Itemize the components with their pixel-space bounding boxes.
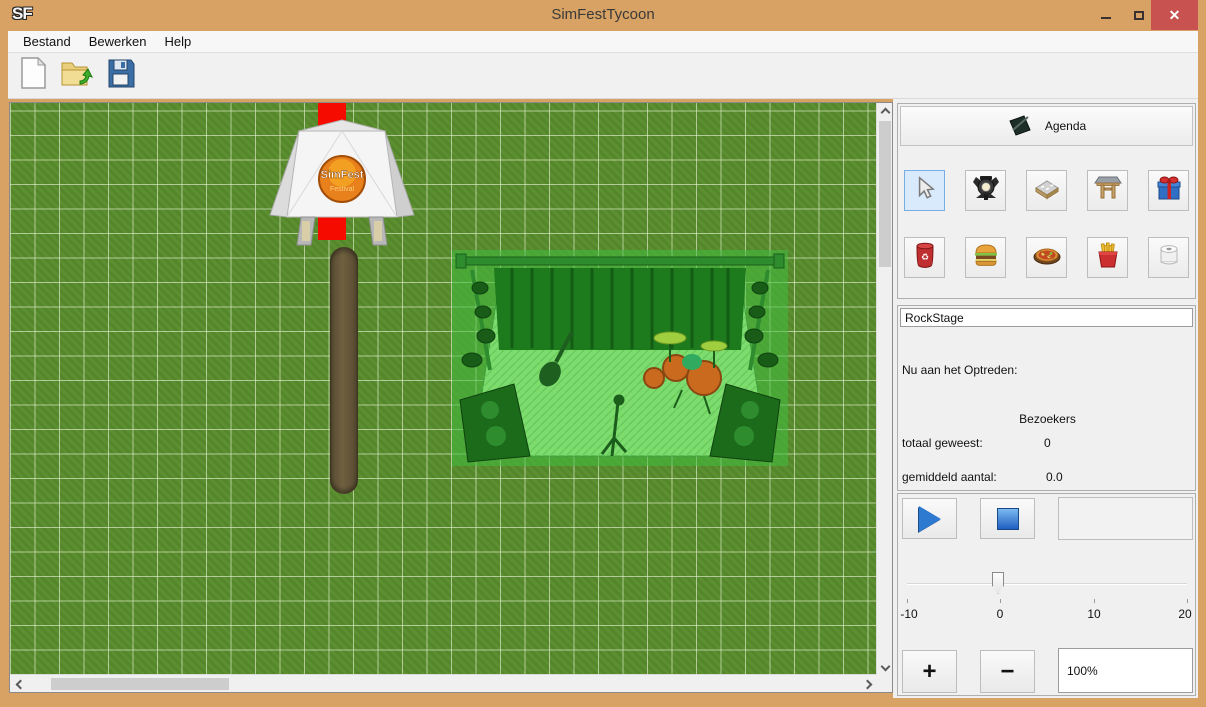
hamburger-icon — [972, 242, 1000, 273]
french-fries-icon — [1095, 241, 1121, 274]
total-visitors-label: totaal geweest: — [902, 436, 983, 450]
title-bar: SF SimFestTycoon ✕ — [0, 0, 1206, 30]
stop-icon — [997, 508, 1019, 530]
trash-can-icon: ♻ — [912, 241, 938, 274]
gift-icon — [1155, 174, 1183, 207]
new-file-button[interactable] — [15, 58, 51, 94]
status-button[interactable] — [1058, 497, 1193, 540]
road-tool[interactable] — [1026, 170, 1067, 211]
horizontal-scroll-thumb[interactable] — [51, 678, 229, 690]
app-window: SF SimFestTycoon ✕ Bestand Bewerken Help — [0, 0, 1206, 707]
menu-bar: Bestand Bewerken Help — [8, 31, 1198, 53]
slider-label-zero: 0 — [997, 607, 1004, 621]
stop-button[interactable] — [980, 498, 1035, 539]
toolbar — [8, 53, 1198, 99]
entrance-tent[interactable]: SimFest Festival — [267, 115, 417, 247]
play-icon — [919, 506, 941, 532]
burger-tool[interactable] — [965, 237, 1006, 278]
slider-label-max: 20 — [1178, 607, 1191, 621]
open-folder-icon — [60, 57, 94, 94]
svg-text:♻: ♻ — [920, 252, 928, 262]
map-canvas-frame: SimFest Festival — [9, 102, 893, 693]
pizza-tool[interactable] — [1026, 237, 1067, 278]
menu-bestand[interactable]: Bestand — [14, 32, 80, 51]
average-visitors-label: gemiddeld aantal: — [902, 470, 997, 484]
side-panel: Agenda — [893, 99, 1198, 698]
road-tile-icon — [1033, 174, 1061, 207]
vertical-scrollbar[interactable] — [876, 103, 892, 675]
minimize-icon — [1101, 17, 1111, 19]
toilet-tool[interactable] — [1148, 237, 1189, 278]
new-document-icon — [18, 57, 48, 94]
svg-text:Festival: Festival — [330, 186, 355, 193]
slider-tick — [1187, 599, 1188, 603]
average-visitors-value: 0.0 — [1046, 470, 1063, 484]
cursor-arrow-icon — [912, 175, 938, 206]
minimize-button[interactable] — [1091, 0, 1121, 30]
stage-light-icon — [972, 174, 1000, 207]
horizontal-scrollbar[interactable] — [10, 674, 877, 692]
maximize-button[interactable] — [1124, 0, 1154, 30]
save-floppy-icon — [106, 57, 136, 94]
stage-rockstage[interactable] — [452, 250, 788, 466]
gate-icon — [1094, 174, 1122, 207]
visitors-header: Bezoekers — [898, 412, 1197, 426]
gift-tool[interactable] — [1148, 170, 1189, 211]
agenda-book-icon — [1007, 114, 1033, 139]
festival-map-canvas[interactable]: SimFest Festival — [10, 103, 877, 675]
toilet-paper-icon — [1156, 241, 1182, 274]
zoom-in-button[interactable]: + — [902, 650, 957, 693]
simulation-controls-group: -10 0 10 20 + − — [897, 493, 1196, 696]
tools-group: Agenda — [897, 103, 1196, 299]
spotlight-tool[interactable] — [965, 170, 1006, 211]
scroll-left-icon[interactable] — [16, 680, 24, 688]
dirt-path[interactable] — [330, 247, 358, 494]
trash-tool[interactable]: ♻ — [904, 237, 945, 278]
stage-name-input[interactable] — [900, 308, 1193, 327]
agenda-button[interactable]: Agenda — [900, 106, 1193, 146]
now-performing-label: Nu aan het Optreden: — [902, 363, 1017, 377]
slider-label-ten: 10 — [1087, 607, 1100, 621]
slider-track[interactable] — [907, 583, 1187, 585]
save-file-button[interactable] — [103, 58, 139, 94]
maximize-icon — [1134, 11, 1144, 20]
pizza-icon — [1032, 242, 1062, 273]
select-tool[interactable] — [904, 170, 945, 211]
menu-help[interactable]: Help — [156, 32, 201, 51]
menu-bewerken[interactable]: Bewerken — [80, 32, 156, 51]
open-file-button[interactable] — [59, 58, 95, 94]
vertical-scroll-thumb[interactable] — [879, 121, 891, 267]
zoom-out-button[interactable]: − — [980, 650, 1035, 693]
scroll-down-icon[interactable] — [881, 662, 889, 670]
tent-logo-text: SimFest — [321, 169, 364, 181]
entrance-tool[interactable] — [1087, 170, 1128, 211]
stage-info-group: Nu aan het Optreden: Bezoekers totaal ge… — [897, 305, 1196, 491]
fries-tool[interactable] — [1087, 237, 1128, 278]
close-button[interactable]: ✕ — [1151, 0, 1198, 30]
zoom-level-field[interactable] — [1058, 648, 1193, 693]
slider-tick — [1000, 599, 1001, 603]
agenda-button-label: Agenda — [1045, 119, 1086, 133]
slider-thumb[interactable] — [992, 572, 1004, 594]
play-button[interactable] — [902, 498, 957, 539]
scroll-up-icon[interactable] — [881, 108, 889, 116]
window-title: SimFestTycoon — [0, 6, 1206, 23]
scroll-right-icon[interactable] — [863, 680, 871, 688]
slider-tick — [1094, 599, 1095, 603]
total-visitors-value: 0 — [1044, 436, 1051, 450]
speed-slider[interactable]: -10 0 10 20 — [904, 569, 1191, 619]
slider-label-min: -10 — [900, 607, 917, 621]
slider-tick — [907, 599, 908, 603]
